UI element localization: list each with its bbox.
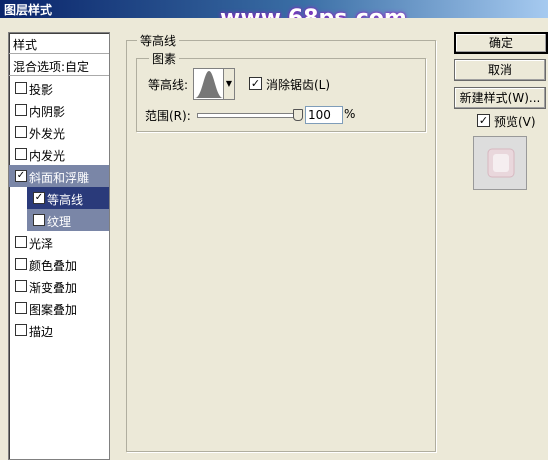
contour-dropdown-button[interactable]: ▼ bbox=[223, 68, 235, 100]
contour-checkbox[interactable]: ✓ bbox=[33, 192, 45, 204]
style-item-label: 内阴影 bbox=[29, 105, 66, 119]
pattern-overlay-checkbox[interactable] bbox=[15, 302, 27, 314]
range-input[interactable]: 100 bbox=[305, 106, 343, 124]
style-item-label: 内发光 bbox=[29, 149, 66, 163]
contour-label: 等高线: bbox=[148, 78, 189, 92]
gradient-overlay-checkbox[interactable] bbox=[15, 280, 27, 292]
layer-style-dialog: 样式 混合选项:自定 投影 内阴影 外发光 内发光 ✓ 斜面和浮雕 ✓ 等高线 bbox=[0, 18, 548, 460]
blend-options-label: 混合选项:自定 bbox=[13, 60, 90, 74]
cancel-button[interactable]: 取消 bbox=[454, 59, 546, 81]
style-item-label: 等高线 bbox=[47, 193, 84, 207]
contour-preview[interactable] bbox=[193, 68, 225, 100]
preview-label: 预览(V) bbox=[494, 115, 536, 129]
preview-checkbox[interactable]: ✓ bbox=[477, 114, 490, 127]
style-item-label: 颜色叠加 bbox=[29, 259, 78, 273]
style-item-inner-shadow[interactable]: 内阴影 bbox=[9, 99, 109, 121]
preview-thumbnail-icon bbox=[487, 148, 515, 178]
style-preview-swatch bbox=[473, 136, 527, 190]
ok-button[interactable]: 确定 bbox=[454, 32, 548, 54]
texture-checkbox[interactable] bbox=[33, 214, 45, 226]
new-style-button[interactable]: 新建样式(W)... bbox=[454, 87, 546, 109]
style-item-label: 描边 bbox=[29, 325, 54, 339]
style-item-drop-shadow[interactable]: 投影 bbox=[9, 77, 109, 99]
styles-header-label: 样式 bbox=[13, 38, 38, 52]
range-slider-track[interactable] bbox=[197, 113, 299, 118]
title-bar: 图层样式 www.68ps.com bbox=[0, 0, 548, 31]
outer-glow-checkbox[interactable] bbox=[15, 126, 27, 138]
style-item-label: 光泽 bbox=[29, 237, 54, 251]
bevel-emboss-checkbox[interactable]: ✓ bbox=[15, 170, 27, 182]
color-overlay-checkbox[interactable] bbox=[15, 258, 27, 270]
style-item-label: 外发光 bbox=[29, 127, 66, 141]
style-item-inner-glow[interactable]: 内发光 bbox=[9, 143, 109, 165]
style-item-pattern-overlay[interactable]: 图案叠加 bbox=[9, 297, 109, 319]
style-item-bevel-emboss[interactable]: ✓ 斜面和浮雕 bbox=[9, 165, 109, 187]
style-item-label: 纹理 bbox=[47, 215, 72, 229]
style-item-texture[interactable]: 纹理 bbox=[27, 209, 109, 231]
anti-alias-checkbox[interactable]: ✓ bbox=[249, 77, 262, 90]
inner-shadow-checkbox[interactable] bbox=[15, 104, 27, 116]
drop-shadow-checkbox[interactable] bbox=[15, 82, 27, 94]
style-item-label: 渐变叠加 bbox=[29, 281, 78, 295]
window-title: 图层样式 bbox=[4, 3, 53, 17]
style-item-gradient-overlay[interactable]: 渐变叠加 bbox=[9, 275, 109, 297]
style-item-outer-glow[interactable]: 外发光 bbox=[9, 121, 109, 143]
style-item-label: 斜面和浮雕 bbox=[29, 171, 90, 185]
satin-checkbox[interactable] bbox=[15, 236, 27, 248]
range-slider-thumb[interactable] bbox=[293, 109, 303, 121]
range-unit: % bbox=[344, 107, 356, 121]
contour-curve-icon bbox=[195, 71, 223, 98]
inner-glow-checkbox[interactable] bbox=[15, 148, 27, 160]
styles-list: 样式 混合选项:自定 投影 内阴影 外发光 内发光 ✓ 斜面和浮雕 ✓ 等高线 bbox=[8, 32, 110, 460]
elements-group-title: 图素 bbox=[149, 50, 180, 67]
anti-alias-label: 消除锯齿(L) bbox=[266, 78, 331, 92]
styles-header[interactable]: 样式 bbox=[9, 33, 109, 54]
style-item-contour[interactable]: ✓ 等高线 bbox=[27, 187, 109, 209]
style-item-label: 图案叠加 bbox=[29, 303, 78, 317]
range-label: 范围(R): bbox=[145, 109, 191, 123]
style-item-label: 投影 bbox=[29, 83, 54, 97]
style-item-satin[interactable]: 光泽 bbox=[9, 231, 109, 253]
blend-options-item[interactable]: 混合选项:自定 bbox=[9, 55, 109, 76]
style-item-color-overlay[interactable]: 颜色叠加 bbox=[9, 253, 109, 275]
contour-group-title: 等高线 bbox=[137, 32, 180, 49]
style-item-stroke[interactable]: 描边 bbox=[9, 319, 109, 341]
stroke-checkbox[interactable] bbox=[15, 324, 27, 336]
